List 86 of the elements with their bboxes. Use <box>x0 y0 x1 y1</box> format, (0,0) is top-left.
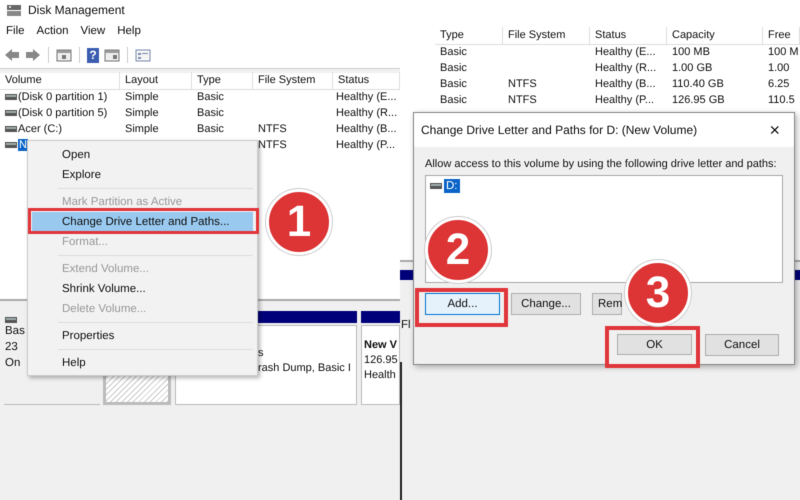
table-cell: Basic <box>197 107 224 119</box>
partition-header-bar <box>361 311 400 323</box>
column-header[interactable]: Volume <box>0 72 120 90</box>
table-cell: 6.25 <box>768 78 790 90</box>
menu-item[interactable]: Explore <box>32 168 253 182</box>
add-button[interactable]: Add... <box>425 293 500 315</box>
menu-item[interactable]: Help <box>117 25 141 37</box>
menu-item[interactable]: File <box>6 25 25 37</box>
menu-item[interactable]: Action <box>36 25 68 37</box>
table-cell: Basic <box>440 78 467 90</box>
table-cell: 100 MB <box>672 46 710 58</box>
menu-item[interactable]: View <box>80 25 106 37</box>
menu-item[interactable]: Properties <box>32 329 253 343</box>
table-cell: NTFS <box>508 94 537 106</box>
partition-text: 126.95 <box>364 353 399 368</box>
table-cell: Healthy (E... <box>336 91 397 103</box>
table-cell: 100 M <box>768 46 799 58</box>
cancel-button[interactable]: Cancel <box>705 334 779 356</box>
table-cell: Healthy (P... <box>595 94 654 106</box>
table-cell: 1.00 GB <box>672 62 712 74</box>
partition-text: Health <box>364 368 397 383</box>
drive-icon <box>5 126 17 132</box>
disk-management-icon <box>6 3 22 17</box>
menu-item[interactable]: Shrink Volume... <box>32 282 253 296</box>
drive-icon <box>5 110 17 116</box>
partition-text: s <box>258 346 264 361</box>
table-cell: Simple <box>125 107 159 119</box>
column-header[interactable]: Capacity <box>667 27 763 45</box>
column-header[interactable]: Type <box>192 72 253 90</box>
column-header[interactable]: Free <box>763 27 800 45</box>
menu-item[interactable]: Open <box>32 148 253 162</box>
close-button[interactable]: × <box>765 121 784 139</box>
change-button[interactable]: Change... <box>511 293 581 315</box>
drive-icon <box>5 142 17 148</box>
table-cell: Basic <box>440 62 467 74</box>
table-cell: 126.95 GB <box>672 94 725 106</box>
disk-info-text: On <box>5 356 20 371</box>
table-cell: Basic <box>440 46 467 58</box>
table-cell: 1.00 <box>768 62 790 74</box>
table-cell: N <box>18 139 28 151</box>
table-cell: (Disk 0 partition 1) <box>18 91 108 103</box>
table-cell: Basic <box>197 123 224 135</box>
column-header[interactable]: File System <box>503 27 590 45</box>
column-header[interactable]: File System <box>253 72 333 90</box>
menu-item[interactable]: Help <box>32 356 253 370</box>
column-header[interactable]: Status <box>590 27 667 45</box>
partition-text: rash Dump, Basic I <box>258 361 352 376</box>
table-cell: 110.5 <box>768 94 795 106</box>
back-arrow-icon[interactable] <box>4 48 20 62</box>
drive-icon <box>430 183 442 189</box>
table-cell: Simple <box>125 91 159 103</box>
disk-info-text: 23 <box>5 340 18 355</box>
dialog-title: Change Drive Letter and Paths for D: (New Volume) <box>421 123 698 137</box>
disk-info-text: Bas <box>5 324 25 339</box>
table-cell: Basic <box>197 91 224 103</box>
table-cell: 110.40 GB <box>672 78 724 90</box>
table-cell: Simple <box>125 123 159 135</box>
window-title: Disk Management <box>28 3 125 17</box>
table-cell: NTFS <box>508 78 537 90</box>
table-cell: Healthy (B... <box>595 78 656 90</box>
help-icon[interactable]: ? <box>87 48 99 62</box>
drive-icon <box>5 317 17 323</box>
prompt-text: Allow access to this volume by using the following drive letter and paths: <box>425 157 778 172</box>
table-cell: NTFS <box>258 123 287 135</box>
table-cell: NTFS <box>258 139 287 151</box>
ok-button[interactable]: OK <box>617 334 692 355</box>
partition-text: Fl <box>401 319 411 331</box>
column-header[interactable]: Layout <box>120 72 192 90</box>
column-header[interactable]: Type <box>435 27 503 45</box>
table-cell: Healthy (P... <box>336 139 396 151</box>
table-cell: Healthy (R... <box>336 107 398 119</box>
forward-arrow-icon[interactable] <box>25 48 41 62</box>
remove-button[interactable]: Rem <box>592 293 622 315</box>
table-cell: Healthy (B... <box>336 123 397 135</box>
menu-item[interactable]: Change Drive Letter and Paths... <box>32 212 253 232</box>
list-icon[interactable] <box>135 48 151 62</box>
partition-title: New V <box>364 338 398 353</box>
list-item[interactable]: D: <box>444 179 460 193</box>
table-cell: (Disk 0 partition 5) <box>18 107 108 119</box>
drive-icon <box>5 94 17 100</box>
pane-icon[interactable] <box>104 48 120 62</box>
table-cell: Basic <box>440 94 467 106</box>
table-cell: Healthy (E... <box>595 46 656 58</box>
table-cell: Healthy (R... <box>595 62 656 74</box>
table-cell: Acer (C:) <box>18 123 62 135</box>
pane-icon[interactable] <box>56 48 72 62</box>
